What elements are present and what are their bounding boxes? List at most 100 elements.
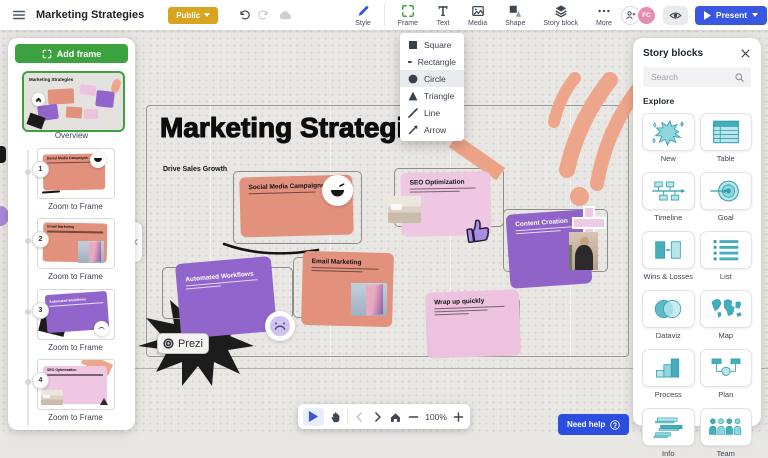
close-icon[interactable]	[740, 48, 751, 59]
frames-sidebar: Add frame Marketing Strategies Overview …	[8, 38, 135, 430]
mini-card	[48, 88, 75, 104]
story-block-map[interactable]: Map	[701, 290, 752, 340]
story-block-goal[interactable]: Goal	[701, 172, 752, 222]
cursor-icon	[308, 411, 319, 422]
story-block-info[interactable]: Info	[643, 408, 694, 458]
shape-menu-label: Arrow	[424, 125, 446, 135]
story-block-dataviz[interactable]: Dataviz	[643, 290, 694, 340]
frame-thumbnail-4[interactable]: SEO Optimization	[37, 359, 115, 410]
story-block-timeline[interactable]: Timeline	[643, 172, 694, 222]
zoom-to-frame-1[interactable]: Zoom to Frame	[28, 202, 123, 211]
mini-smiley-badge	[90, 152, 106, 168]
shape-menu-item-square[interactable]: Square	[400, 36, 464, 53]
edge-black-blob	[0, 146, 6, 163]
shape-tool-icon	[508, 4, 522, 18]
door-shape	[366, 284, 383, 315]
tool-more[interactable]: More	[587, 4, 621, 27]
mini-bars	[47, 374, 103, 376]
story-block-card[interactable]	[642, 113, 695, 151]
story-block-label: Dataviz	[656, 331, 681, 340]
previous-icon[interactable]	[353, 410, 366, 424]
shape-menu-label: Rectangle	[418, 57, 456, 67]
story-block-table[interactable]: Table	[701, 113, 752, 163]
story-block-card[interactable]	[642, 290, 695, 328]
hand-tool-icon[interactable]	[329, 410, 342, 424]
zoom-to-frame-3[interactable]: Zoom to Frame	[28, 343, 123, 352]
overview-thumbnail[interactable]: Marketing Strategies	[22, 71, 125, 132]
story-block-card[interactable]	[642, 349, 695, 387]
story-block-new[interactable]: New	[643, 113, 694, 163]
prezi-logo-badge[interactable]: Prezi	[157, 333, 209, 354]
shape-menu-item-circle[interactable]: Circle	[400, 70, 464, 87]
mini-card	[79, 84, 96, 96]
rail-dot	[25, 379, 31, 385]
square-shape-icon	[408, 40, 418, 50]
undo-icon[interactable]	[238, 9, 250, 21]
mini-card	[95, 90, 115, 108]
canvas-title[interactable]: Marketing Strategies	[160, 112, 435, 144]
present-button[interactable]: Present	[695, 6, 767, 25]
story-block-wins-losses[interactable]: Wins & Losses	[643, 231, 694, 281]
story-block-card[interactable]	[642, 408, 695, 446]
document-title[interactable]: Marketing Strategies	[36, 9, 144, 21]
person-photo[interactable]	[569, 232, 598, 270]
tool-style[interactable]: Style	[346, 4, 380, 27]
story-blocks-panel: Story blocks Explore NewTableTimelineGoa…	[633, 38, 761, 426]
sad-face-badge[interactable]	[265, 311, 295, 341]
story-block-list[interactable]: List	[701, 231, 752, 281]
zoom-level: 100%	[425, 412, 447, 422]
story-block-card[interactable]	[700, 231, 753, 269]
public-button[interactable]: Public	[168, 7, 218, 24]
door-3d-image[interactable]	[351, 283, 387, 316]
bedroom-photo[interactable]	[388, 196, 421, 223]
thumbs-up-sticker[interactable]	[464, 214, 492, 244]
story-block-label: Team	[717, 449, 735, 458]
shape-menu-item-rectangle[interactable]: Rectangle	[400, 53, 464, 70]
tool-text[interactable]: Text	[427, 4, 459, 27]
smiley-bowl-badge[interactable]	[322, 175, 353, 206]
hamburger-menu-icon[interactable]	[12, 8, 26, 22]
story-block-card[interactable]	[700, 290, 753, 328]
collaborator-avatar[interactable]: FC	[637, 6, 656, 25]
story-search-input[interactable]	[649, 71, 730, 83]
zoom-out-icon[interactable]	[407, 410, 420, 424]
add-frame-button[interactable]: Add frame	[15, 44, 128, 63]
home-badge	[32, 93, 45, 106]
shape-menu-item-triangle[interactable]: Triangle	[400, 87, 464, 104]
photo-person-body	[575, 245, 593, 270]
search-icon	[734, 72, 745, 83]
need-help-button[interactable]: Need help	[558, 414, 629, 435]
story-search-box[interactable]	[643, 67, 751, 87]
story-block-card[interactable]	[642, 231, 695, 269]
zoom-to-frame-4[interactable]: Zoom to Frame	[28, 413, 123, 422]
story-block-card[interactable]	[700, 113, 753, 151]
shape-menu-item-arrow[interactable]: Arrow	[400, 121, 464, 138]
story-block-plan[interactable]: Plan	[701, 349, 752, 399]
story-block-card[interactable]	[642, 172, 695, 210]
tool-story-block[interactable]: Story block	[534, 4, 587, 27]
frame-thumbnail-1[interactable]: Social Media Campaigns	[37, 148, 115, 199]
select-tool-button[interactable]	[303, 408, 324, 426]
story-block-team[interactable]: Team	[701, 408, 752, 458]
frame-thumbnail-3[interactable]: Automated Workflows	[37, 289, 115, 340]
story-block-process[interactable]: Process	[643, 349, 694, 399]
card-automated-workflows[interactable]: Automated Workflows	[175, 256, 277, 339]
shape-menu-item-line[interactable]: Line	[400, 104, 464, 121]
zoom-to-frame-2[interactable]: Zoom to Frame	[28, 272, 123, 281]
tool-media[interactable]: Media	[459, 4, 496, 27]
story-block-card[interactable]	[700, 408, 753, 446]
card-wrap-up-quickly[interactable]: Wrap up quickly	[425, 289, 521, 358]
canvas-subtitle[interactable]: Drive Sales Growth	[163, 166, 227, 173]
brush-strokes-decoration[interactable]	[515, 72, 645, 202]
home-icon[interactable]	[389, 410, 402, 424]
frame-thumbnail-2[interactable]: Email Marketing	[37, 218, 115, 269]
viewers-button[interactable]	[663, 6, 688, 25]
story-block-card[interactable]	[700, 349, 753, 387]
tool-frame[interactable]: Frame	[389, 4, 427, 27]
zoom-in-icon[interactable]	[452, 410, 465, 424]
next-icon[interactable]	[371, 410, 384, 424]
tool-shape[interactable]: Shape	[496, 4, 534, 27]
salmon-circle-decoration[interactable]	[570, 187, 589, 206]
redo-icon[interactable]	[258, 9, 270, 21]
story-block-card[interactable]	[700, 172, 753, 210]
